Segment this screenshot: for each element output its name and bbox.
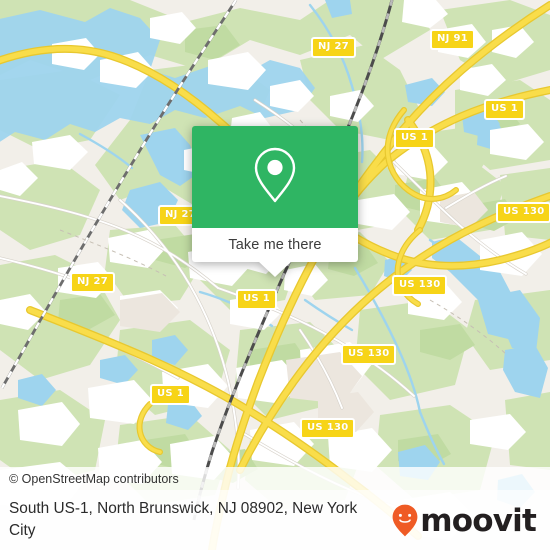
- road-shield: US 130: [341, 344, 397, 365]
- road-shield: US 1: [150, 384, 191, 405]
- bottom-info-bar: South US-1, North Brunswick, NJ 08902, N…: [0, 490, 550, 550]
- road-shield: NJ 27: [70, 272, 115, 293]
- map-screenshot-root: NJ 27 NJ 91 US 1 US 1 US 130 NJ 27 US 13…: [0, 0, 550, 550]
- moovit-pin-icon: [392, 504, 418, 536]
- location-pin-icon: [250, 145, 300, 210]
- road-shield: US 130: [300, 418, 356, 439]
- popup-card-header: [192, 126, 358, 228]
- osm-attribution-bar: © OpenStreetMap contributors: [0, 467, 550, 490]
- road-shield: US 1: [394, 128, 435, 149]
- road-shield: US 1: [236, 289, 277, 310]
- road-shield: US 130: [392, 275, 448, 296]
- take-me-there-label: Take me there: [228, 237, 322, 253]
- moovit-logo[interactable]: moovit: [392, 504, 550, 537]
- road-shield: US 1: [484, 99, 525, 120]
- popup-card-footer[interactable]: Take me there: [192, 228, 358, 277]
- road-shield: NJ 91: [430, 29, 475, 50]
- moovit-wordmark: moovit: [420, 502, 537, 539]
- road-shield: NJ 27: [311, 37, 356, 58]
- road-shield: US 130: [496, 202, 550, 223]
- popup-card-tail: [258, 261, 292, 277]
- address-label: South US-1, North Brunswick, NJ 08902, N…: [9, 500, 358, 539]
- map-popup-card[interactable]: Take me there: [192, 126, 358, 277]
- osm-attribution-text[interactable]: © OpenStreetMap contributors: [0, 472, 179, 486]
